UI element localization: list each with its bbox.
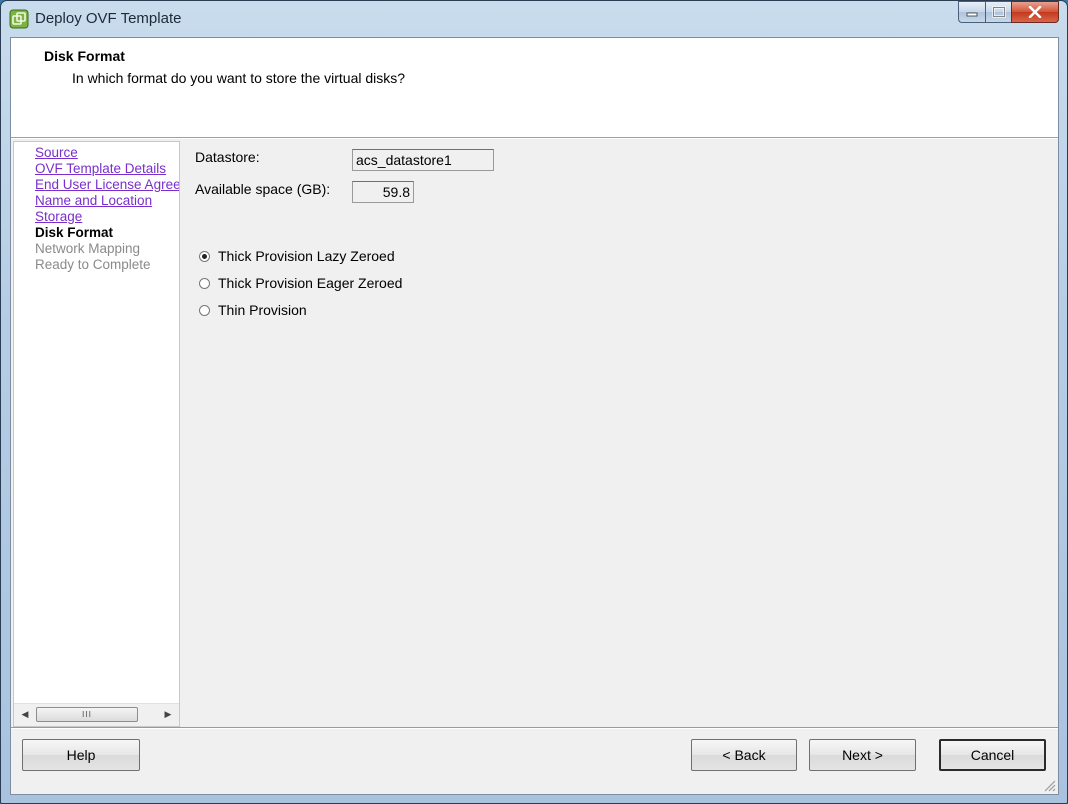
radio-checked-icon[interactable] xyxy=(199,250,210,262)
scroll-left-icon[interactable]: ◀ xyxy=(17,707,33,723)
resize-grip-icon[interactable] xyxy=(1042,778,1056,792)
step-eula[interactable]: End User License Agreement xyxy=(35,177,179,193)
available-space-field: 59.8 xyxy=(352,181,414,203)
deploy-ovf-window: Deploy OVF Template Disk Format In which… xyxy=(0,0,1068,804)
vsphere-app-icon xyxy=(9,9,29,29)
close-button[interactable] xyxy=(1011,1,1059,23)
back-button[interactable]: < Back xyxy=(691,739,797,771)
step-disk-format: Disk Format xyxy=(35,225,114,240)
thick-eager-zeroed-label: Thick Provision Eager Zeroed xyxy=(218,275,403,291)
radio-unchecked-icon[interactable] xyxy=(199,304,210,316)
step-storage[interactable]: Storage xyxy=(35,209,179,225)
horizontal-scrollbar[interactable]: ◀ III ▶ xyxy=(14,703,179,726)
wizard-steps-panel: Source OVF Template Details End User Lic… xyxy=(13,141,180,727)
step-network-mapping: Network Mapping xyxy=(35,241,141,256)
cancel-button[interactable]: Cancel xyxy=(939,739,1046,771)
window-title: Deploy OVF Template xyxy=(35,10,182,27)
thick-eager-zeroed-option[interactable]: Thick Provision Eager Zeroed xyxy=(199,275,402,291)
maximize-icon xyxy=(991,6,1006,18)
datastore-label: Datastore: xyxy=(195,149,260,165)
thick-lazy-zeroed-label: Thick Provision Lazy Zeroed xyxy=(218,248,395,264)
minimize-button[interactable] xyxy=(958,1,985,23)
dialog-client-area: Disk Format In which format do you want … xyxy=(10,37,1059,795)
maximize-button[interactable] xyxy=(985,1,1011,23)
thick-lazy-zeroed-option[interactable]: Thick Provision Lazy Zeroed xyxy=(199,248,395,264)
close-icon xyxy=(1028,6,1042,18)
window-controls xyxy=(958,1,1059,23)
wizard-steps-list: Source OVF Template Details End User Lic… xyxy=(35,145,179,273)
radio-unchecked-icon[interactable] xyxy=(199,277,210,289)
step-ready-to-complete: Ready to Complete xyxy=(35,257,151,272)
step-source[interactable]: Source xyxy=(35,145,179,161)
page-title: Disk Format xyxy=(44,48,125,64)
scroll-thumb[interactable]: III xyxy=(36,707,138,722)
available-space-label: Available space (GB): xyxy=(195,181,331,197)
datastore-field: acs_datastore1 xyxy=(352,149,494,171)
page-subtitle: In which format do you want to store the… xyxy=(72,70,406,86)
next-button[interactable]: Next > xyxy=(809,739,916,771)
step-ovf-template-details[interactable]: OVF Template Details xyxy=(35,161,179,177)
scroll-right-icon[interactable]: ▶ xyxy=(160,707,176,723)
thin-provision-label: Thin Provision xyxy=(218,302,307,318)
minimize-icon xyxy=(966,12,978,17)
footer-divider-highlight xyxy=(11,728,1058,729)
wizard-header: Disk Format In which format do you want … xyxy=(11,38,1058,138)
step-name-and-location[interactable]: Name and Location xyxy=(35,193,179,209)
title-bar[interactable]: Deploy OVF Template xyxy=(1,1,1067,37)
thin-provision-option[interactable]: Thin Provision xyxy=(199,302,307,318)
disk-format-panel: Datastore: acs_datastore1 Available spac… xyxy=(181,139,1059,727)
help-button[interactable]: Help xyxy=(22,739,140,771)
